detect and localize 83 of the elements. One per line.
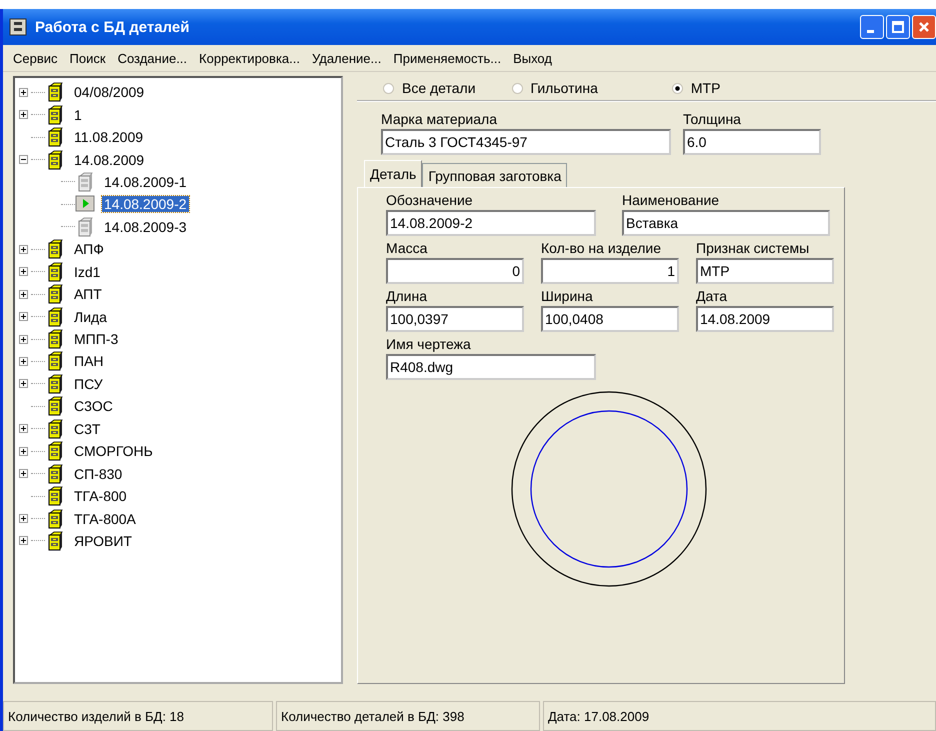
tree-item[interactable]: ЯРОВИТ: [72, 532, 134, 549]
menu-item[interactable]: Создание...: [112, 50, 194, 66]
field-label: Толщина: [683, 111, 742, 127]
tree-item[interactable]: АПТ: [72, 286, 104, 302]
expand-icon[interactable]: [19, 514, 28, 524]
field-label: Масса: [386, 240, 428, 256]
input-field[interactable]: 100,0408: [541, 306, 679, 332]
tree-item[interactable]: ПАН: [72, 353, 106, 370]
expand-icon[interactable]: [19, 244, 28, 254]
minimize-icon: [867, 30, 874, 32]
tree-item[interactable]: 14.08.2009-3: [102, 218, 189, 235]
tree-item[interactable]: ТГА-800: [72, 488, 129, 504]
status-panel: Дата: 17.08.2009: [543, 701, 936, 731]
tree-item[interactable]: МПП-3: [72, 331, 120, 348]
expand-icon[interactable]: [19, 536, 28, 546]
radio-button[interactable]: МТР: [672, 80, 720, 96]
maximize-button[interactable]: [886, 15, 910, 39]
tree-item[interactable]: АПФ: [72, 241, 106, 258]
tree-item[interactable]: 14.08.2009: [72, 152, 146, 168]
field-label: Наименование: [622, 192, 720, 208]
field-label: Имя чертежа: [386, 336, 472, 352]
tree-item[interactable]: 14.08.2009-1: [102, 174, 189, 190]
status-panel: Количество деталей в БД: 398: [276, 701, 540, 731]
field-label: Кол-во на изделие: [541, 240, 662, 256]
tree-item[interactable]: ТГА-800А: [72, 510, 138, 527]
expand-icon[interactable]: [19, 469, 28, 478]
input-field[interactable]: 14.08.2009: [696, 306, 834, 332]
status-panel: Количество изделий в БД: 18: [3, 701, 273, 731]
expand-icon[interactable]: [19, 356, 28, 366]
thickness-field[interactable]: 6.0: [683, 129, 821, 155]
tree-item[interactable]: Лида: [72, 308, 109, 325]
tree-item[interactable]: Izd1: [72, 264, 102, 280]
close-icon: [917, 20, 931, 34]
expand-icon[interactable]: [19, 88, 28, 97]
radio-button[interactable]: Все детали: [383, 80, 476, 96]
field-label: Признак системы: [696, 240, 810, 256]
tab[interactable]: Групповая заготовка: [422, 163, 568, 187]
expand-icon[interactable]: [19, 267, 28, 276]
field-label: Обозначение: [386, 192, 474, 208]
expand-icon[interactable]: [19, 446, 28, 456]
tree-item[interactable]: 04/08/2009: [72, 84, 146, 100]
field-label: Марка материала: [381, 111, 498, 127]
tree-item[interactable]: С3ОС: [72, 398, 115, 414]
material-field[interactable]: Сталь 3 ГОСТ4345-97: [381, 129, 671, 155]
expand-icon[interactable]: [19, 312, 28, 322]
tab[interactable]: Деталь: [364, 160, 422, 187]
maximize-icon: [891, 20, 905, 34]
menu-item[interactable]: Сервис: [7, 50, 64, 66]
window-title: Работа с БД деталей: [35, 18, 190, 36]
menu-item[interactable]: Корректировка...: [193, 50, 306, 66]
window-icon: [9, 18, 27, 36]
input-field[interactable]: 14.08.2009-2: [386, 210, 596, 236]
expand-icon[interactable]: [19, 334, 28, 344]
tree-item[interactable]: ПСУ: [72, 376, 105, 392]
radio-button[interactable]: Гильотина: [512, 80, 598, 96]
input-field[interactable]: Вставка: [622, 210, 830, 236]
tree-item[interactable]: СМОРГОНЬ: [72, 443, 155, 460]
close-button[interactable]: [912, 15, 936, 39]
expand-icon[interactable]: [19, 424, 28, 434]
minimize-button[interactable]: [860, 15, 884, 39]
field-label: Длина: [386, 288, 428, 304]
expand-icon[interactable]: [19, 110, 28, 120]
tree-item[interactable]: С3Т: [72, 420, 102, 437]
collapse-icon[interactable]: [19, 155, 28, 164]
input-field[interactable]: МТР: [696, 258, 834, 284]
tree-item[interactable]: 11.08.2009: [72, 129, 146, 146]
input-field[interactable]: 0: [386, 258, 524, 284]
tree-item[interactable]: 14.08.2009-2: [102, 196, 189, 212]
menu-item[interactable]: Удаление...: [306, 50, 388, 66]
input-field[interactable]: 1: [541, 258, 679, 284]
expand-icon[interactable]: [19, 379, 28, 388]
menu-item[interactable]: Поиск: [64, 50, 112, 66]
expand-icon[interactable]: [19, 290, 28, 299]
input-field[interactable]: 100,0397: [386, 306, 524, 332]
tree-view[interactable]: 04/08/2009 1 11.08.2009 14.08.2009 14.08.2009-1 14.08.2009-2 14.08.2009-3 АПФ Izd1 АПТ Лида МПП-3 ПАН ПСУ С3ОС С3Т СМОРГОНЬ СП-830 ТГА-800 ТГА-800А ЯРОВИТ: [13, 76, 343, 684]
field-label: Дата: [696, 288, 728, 304]
tree-item[interactable]: СП-830: [72, 466, 124, 482]
play-icon: [75, 194, 95, 214]
tree-item[interactable]: 1: [72, 106, 84, 123]
menu-item[interactable]: Применяемость...: [387, 50, 508, 66]
field-label: Ширина: [541, 288, 594, 304]
input-field[interactable]: R408.dwg: [386, 354, 596, 380]
menu-item[interactable]: Выход: [507, 50, 558, 66]
